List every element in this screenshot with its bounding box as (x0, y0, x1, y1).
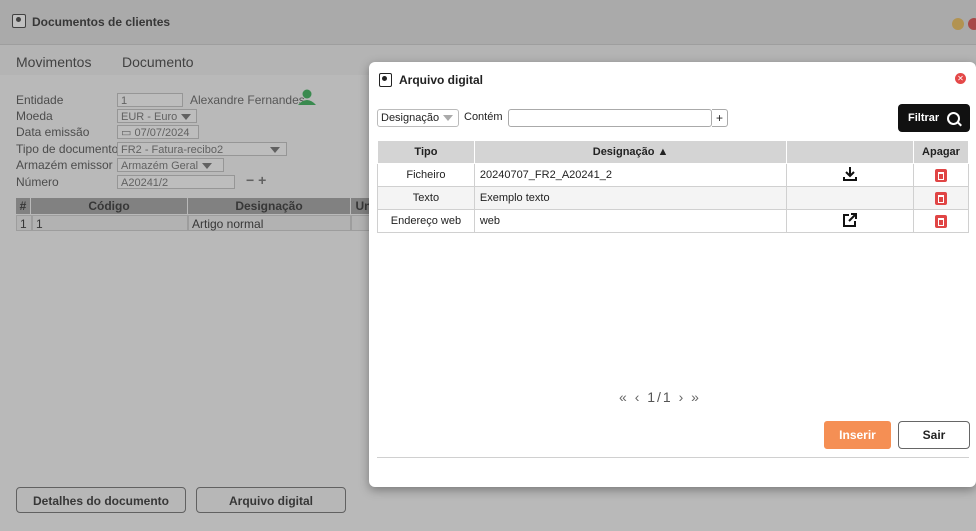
table-header-row: Tipo Designação ▲ Apagar (377, 140, 969, 164)
chevron-down-icon (443, 115, 454, 122)
page-indicator: 1/1 (647, 389, 673, 405)
pagination: « ‹ 1/1 › » (619, 389, 701, 405)
first-page-button[interactable]: « (619, 389, 629, 405)
trash-icon (935, 191, 947, 205)
cell-tipo: Ficheiro (377, 163, 475, 187)
divider (377, 457, 969, 458)
header-tipo[interactable]: Tipo (377, 140, 475, 164)
exit-button[interactable]: Sair (898, 421, 970, 449)
document-icon (379, 73, 392, 87)
table-row[interactable]: Ficheiro 20240707_FR2_A20241_2 (377, 163, 969, 187)
delete-button[interactable] (913, 209, 969, 233)
download-icon[interactable] (786, 163, 915, 187)
last-page-button[interactable]: » (691, 389, 701, 405)
arquivo-digital-dialog: Arquivo digital ✕ Designação Contém + Fi… (369, 62, 976, 487)
close-icon[interactable]: ✕ (955, 73, 966, 84)
contains-label: Contém (464, 111, 503, 123)
filter-field-value: Designação (381, 112, 440, 124)
filter-button-label: Filtrar (908, 112, 940, 124)
table-row[interactable]: Texto Exemplo texto (377, 186, 969, 210)
trash-icon (935, 168, 947, 182)
header-apagar: Apagar (913, 140, 969, 164)
delete-button[interactable] (913, 163, 969, 187)
add-filter-button[interactable]: + (712, 109, 728, 127)
insert-button[interactable]: Inserir (824, 421, 891, 449)
trash-icon (935, 214, 947, 228)
table-row[interactable]: Endereço web web (377, 209, 969, 233)
filter-field-select[interactable]: Designação (377, 109, 459, 127)
delete-button[interactable] (913, 186, 969, 210)
next-page-button[interactable]: › (679, 389, 686, 405)
filter-button[interactable]: Filtrar (898, 104, 970, 132)
documents-table: Tipo Designação ▲ Apagar Ficheiro 202407… (377, 140, 969, 233)
prev-page-button[interactable]: ‹ (635, 389, 642, 405)
search-input[interactable] (508, 109, 712, 127)
header-action (786, 140, 915, 164)
dialog-title: Arquivo digital (399, 73, 483, 87)
search-icon (947, 112, 960, 125)
cell-designacao: web (473, 209, 788, 233)
cell-tipo: Endereço web (377, 209, 475, 233)
header-designacao[interactable]: Designação ▲ (473, 140, 788, 164)
cell-tipo: Texto (377, 186, 475, 210)
cell-designacao: 20240707_FR2_A20241_2 (473, 163, 788, 187)
cell-designacao: Exemplo texto (473, 186, 788, 210)
cell-action-empty (786, 186, 915, 210)
external-link-icon[interactable] (786, 209, 915, 233)
